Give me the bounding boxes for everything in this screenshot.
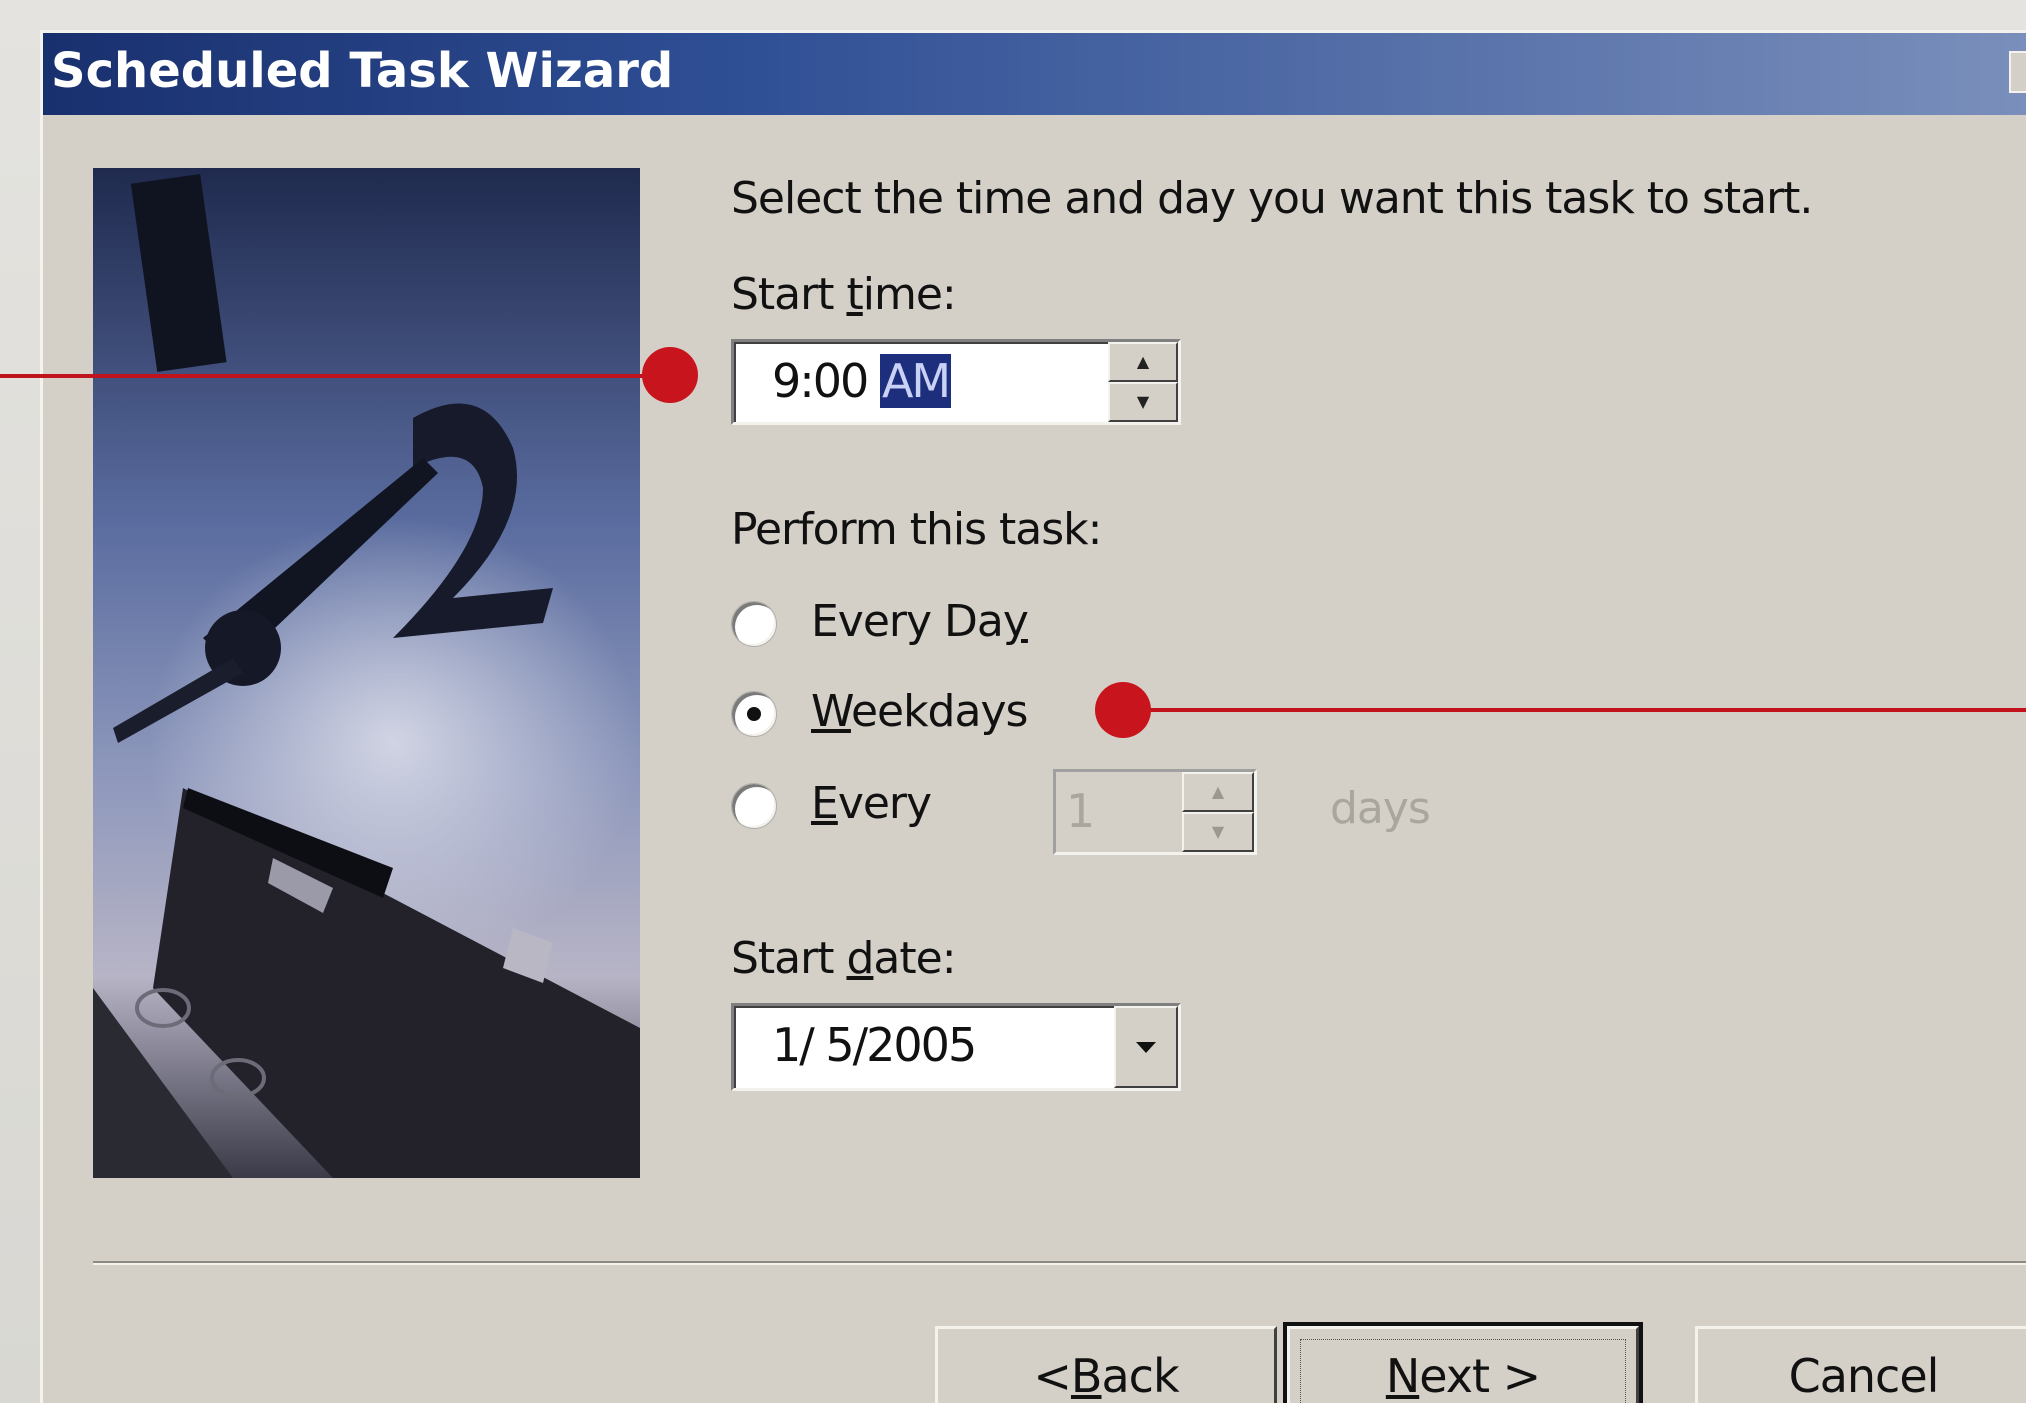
spin-down-icon[interactable]: ▼ (1108, 382, 1178, 422)
spin-up-icon[interactable]: ▲ (1108, 342, 1178, 382)
dropdown-button[interactable] (1114, 1006, 1178, 1088)
back-button[interactable]: < Back (935, 1326, 1277, 1403)
radio-weekdays[interactable] (731, 691, 777, 737)
instruction-text: Select the time and day you want this ta… (731, 173, 1813, 224)
every-days-value: 1 (1066, 784, 1095, 838)
start-date-combo[interactable]: 1/ 5/2005 (731, 1003, 1181, 1091)
every-days-field[interactable]: 1 ▲ ▼ (1053, 769, 1257, 855)
option-every-label: Every (811, 778, 932, 829)
start-time-label-part: Start (731, 269, 847, 320)
start-date-label-part: ate: (873, 933, 956, 984)
chevron-down-icon (1136, 1041, 1156, 1053)
start-time-label-part: ime: (862, 269, 957, 320)
back-label-part: ack (1101, 1349, 1179, 1403)
back-label-hotkey: B (1070, 1349, 1103, 1403)
wizard-clock-pen-image (93, 168, 640, 1178)
radio-selected-dot (747, 707, 761, 721)
start-time-label-hotkey: t (846, 269, 863, 320)
back-label-part: < (1033, 1349, 1072, 1403)
option-label-part: Every Da (811, 596, 1004, 647)
every-days-spinner[interactable]: ▲ ▼ (1182, 772, 1254, 852)
radio-every-day[interactable] (731, 601, 777, 647)
page: Scheduled Task Wizard Select the time an… (0, 0, 2026, 1403)
callout-dot-weekdays (1095, 682, 1151, 738)
start-time-spinner[interactable]: ▲ ▼ (1108, 342, 1178, 422)
option-weekdays-label: Weekdays (811, 686, 1028, 737)
button-separator (93, 1261, 2026, 1265)
perform-task-label: Perform this task: (731, 504, 1102, 555)
callout-line-start-time (0, 374, 680, 378)
option-label-part: very (837, 778, 932, 829)
option-label-hotkey: y (1002, 596, 1029, 647)
option-label-hotkey: E (811, 778, 839, 829)
start-date-label: Start date: (731, 933, 957, 984)
start-time-label: Start time: (731, 269, 957, 320)
window-title: Scheduled Task Wizard (51, 43, 674, 99)
start-time-hour-minute: 9:00 (772, 354, 869, 408)
radio-every[interactable] (731, 783, 777, 829)
option-every-day-label: Every Day (811, 596, 1029, 647)
every-days-unit: days (1330, 783, 1431, 834)
callout-line-weekdays (1126, 708, 2026, 712)
start-date-label-hotkey: d (846, 933, 874, 984)
next-button[interactable]: Next > (1283, 1322, 1643, 1403)
focus-rectangle (1300, 1339, 1626, 1403)
start-time-value[interactable]: 9:00 AM (772, 354, 951, 408)
start-date-label-part: Start (731, 933, 847, 984)
title-bar[interactable]: Scheduled Task Wizard (43, 33, 2026, 115)
start-time-field[interactable]: 9:00 AM ▲ ▼ (731, 339, 1181, 425)
close-button[interactable] (2009, 51, 2026, 93)
option-label-part: eekdays (850, 686, 1028, 737)
callout-dot-start-time (642, 347, 698, 403)
start-date-value: 1/ 5/2005 (772, 1018, 977, 1072)
spin-down-icon[interactable]: ▼ (1182, 812, 1254, 852)
option-label-hotkey: W (811, 686, 852, 737)
cancel-button[interactable]: Cancel (1695, 1326, 2026, 1403)
spin-up-icon[interactable]: ▲ (1182, 772, 1254, 812)
start-time-ampm: AM (879, 354, 951, 408)
clock-pen-illustration (93, 168, 640, 1178)
wizard-window: Scheduled Task Wizard Select the time an… (40, 30, 2026, 1403)
